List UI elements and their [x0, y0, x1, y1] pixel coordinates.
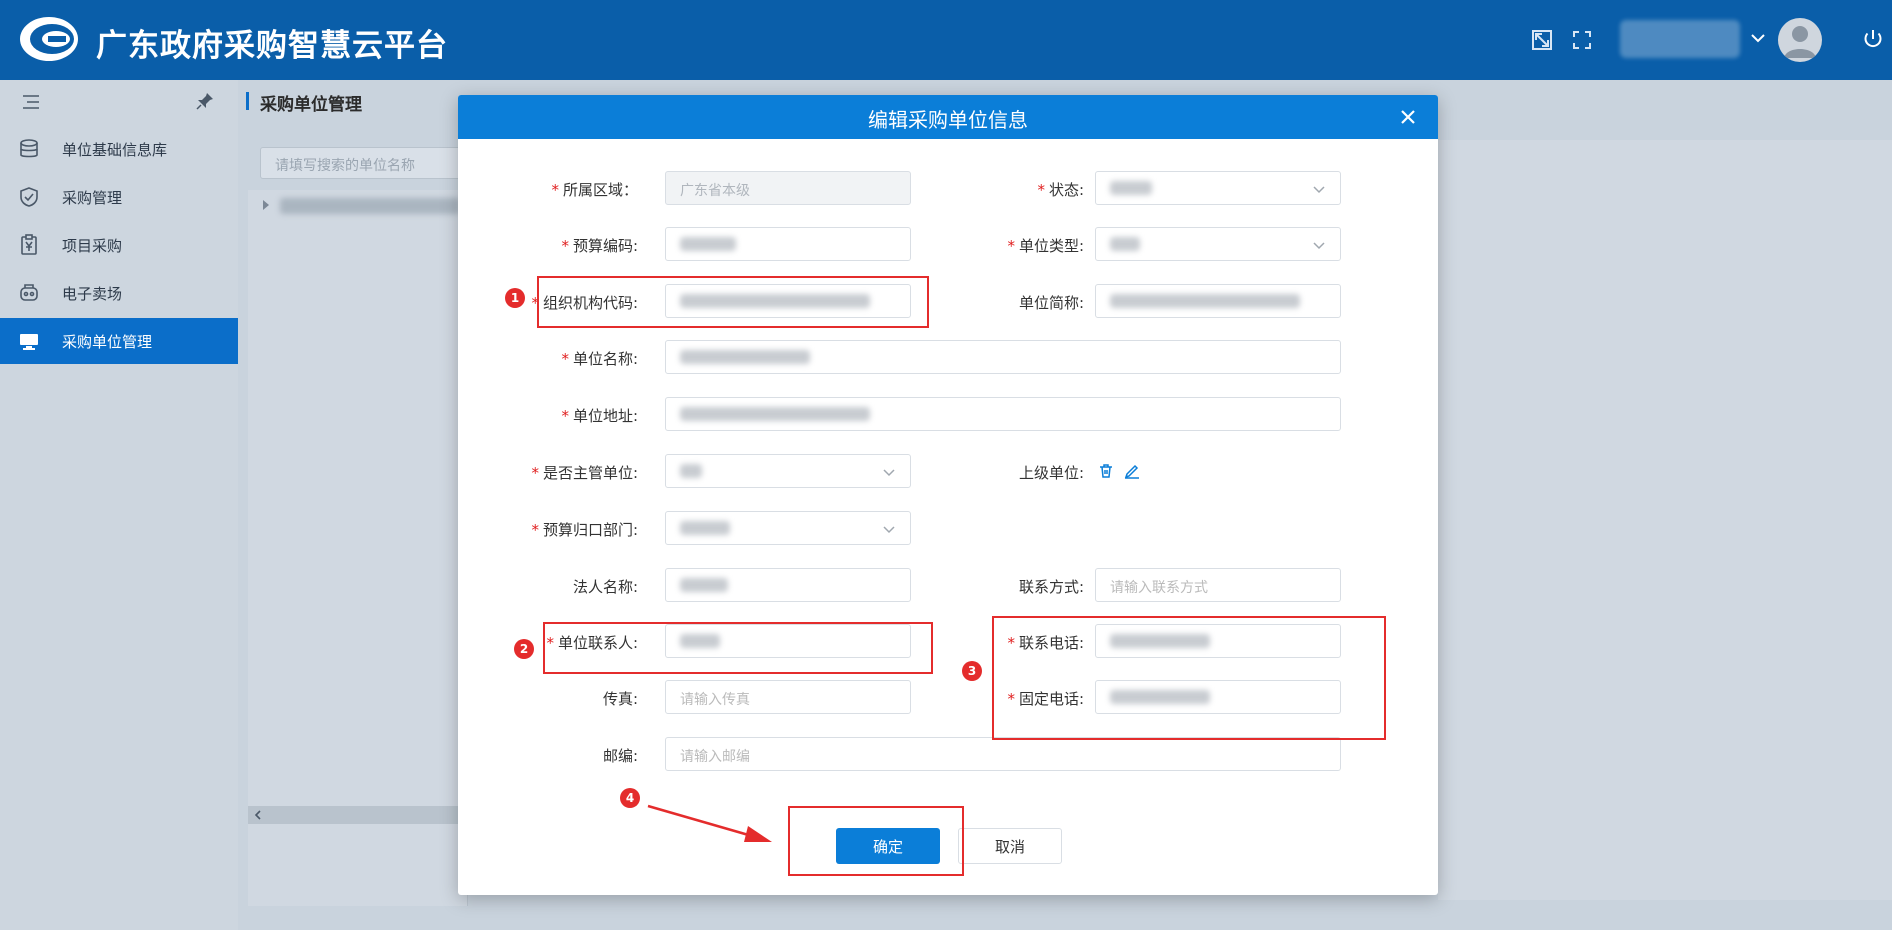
top-header: 广东政府采购智慧云平台 [0, 0, 1892, 80]
sidebar-item-procurement-management[interactable]: 采购管理 [0, 174, 238, 220]
unit-address-field[interactable] [665, 397, 1341, 431]
sidebar-item-label: 采购管理 [62, 189, 123, 207]
tree-panel [248, 190, 468, 906]
superior-unit-label: 上级单位: [1018, 464, 1084, 482]
chevron-down-icon [1313, 186, 1325, 194]
short-name-label: 单位简称: [1018, 294, 1084, 312]
status-label: * 状态: [1037, 181, 1084, 199]
annotation-arrow-icon [647, 804, 772, 842]
delete-icon[interactable] [1098, 463, 1114, 479]
postcode-label: 邮编: [602, 747, 638, 765]
close-icon[interactable] [1398, 107, 1418, 127]
list-panel [1438, 140, 1892, 900]
tree-node-label-blurred [280, 198, 460, 214]
edit-unit-dialog: 编辑采购单位信息 * 所属区域： 广东省本级 * 状态: * 预算编码: * 单位类型:… [458, 95, 1438, 895]
platform-brand: 广东政府采购智慧云平台 [96, 28, 448, 64]
sidebar-item-label: 电子卖场 [62, 285, 123, 303]
chevron-down-icon[interactable] [1750, 30, 1766, 46]
budget-dept-label: * 预算归口部门: [531, 521, 638, 539]
breadcrumb-marker [246, 92, 249, 110]
annotation-box-confirm [788, 806, 964, 876]
annotation-box-org-code [537, 276, 929, 328]
annotation-badge-1: 1 [505, 288, 525, 308]
status-select[interactable] [1095, 171, 1341, 205]
annotation-badge-2: 2 [514, 639, 534, 659]
clipboard-yuan-icon [21, 234, 37, 255]
sidebar-item-label: 采购单位管理 [62, 333, 153, 351]
sidebar-item-project-procurement[interactable]: 项目采购 [0, 222, 238, 268]
annotation-badge-4: 4 [620, 788, 640, 808]
annotation-badge-3: 3 [962, 661, 982, 681]
annotation-box-phones [992, 616, 1386, 740]
power-icon[interactable] [1862, 28, 1884, 50]
avatar[interactable] [1778, 18, 1822, 62]
sidebar-item-unit-database[interactable]: 单位基础信息库 [0, 126, 238, 172]
legal-name-field[interactable] [665, 568, 911, 602]
budget-code-field[interactable] [665, 227, 911, 261]
unit-address-label: * 单位地址: [561, 407, 638, 425]
monitor-icon [20, 334, 38, 350]
fullscreen-exit-icon[interactable] [1530, 28, 1554, 52]
annotation-box-contact-person [543, 622, 933, 674]
edit-pencil-icon[interactable] [1124, 463, 1140, 479]
unit-type-label: * 单位类型: [1007, 237, 1084, 255]
pin-icon[interactable] [196, 92, 214, 110]
caret-right-icon[interactable] [262, 200, 270, 210]
sidebar-toolbar [0, 80, 238, 124]
legal-name-label: 法人名称: [572, 578, 638, 596]
unit-type-select[interactable] [1095, 227, 1341, 261]
menu-collapse-icon[interactable] [22, 94, 40, 110]
scroll-left-icon[interactable] [254, 810, 262, 820]
shield-icon [20, 187, 38, 207]
fullscreen-icon[interactable] [1570, 28, 1594, 52]
sidebar-item-label: 项目采购 [62, 237, 123, 255]
region-field: 广东省本级 [665, 171, 911, 205]
fax-field[interactable]: 请输入传真 [665, 680, 911, 714]
store-icon [20, 284, 38, 301]
chevron-down-icon [883, 469, 895, 477]
is-supervisor-label: * 是否主管单位: [531, 464, 638, 482]
logo-icon [20, 17, 78, 61]
contact-method-label: 联系方式: [1018, 578, 1084, 596]
sidebar-item-purchasing-unit-management[interactable]: 采购单位管理 [0, 318, 238, 364]
sidebar: 单位基础信息库 采购管理 项目采购 电子卖场 采购单位管理 [0, 80, 238, 930]
cancel-button[interactable]: 取消 [958, 828, 1062, 864]
unit-name-field[interactable] [665, 340, 1341, 374]
postcode-field[interactable]: 请输入邮编 [665, 737, 1341, 771]
sidebar-item-e-mall[interactable]: 电子卖场 [0, 270, 238, 316]
username-blurred[interactable] [1620, 20, 1740, 58]
region-label: * 所属区域： [551, 181, 638, 199]
unit-name-label: * 单位名称: [561, 350, 638, 368]
page-title: 采购单位管理 [260, 95, 362, 115]
is-supervisor-select[interactable] [665, 454, 911, 488]
dialog-title: 编辑采购单位信息 [868, 108, 1028, 132]
database-icon [20, 139, 38, 158]
tree-node[interactable] [258, 194, 470, 216]
budget-code-label: * 预算编码: [561, 237, 638, 255]
dialog-header: 编辑采购单位信息 [458, 95, 1438, 139]
sidebar-item-label: 单位基础信息库 [62, 141, 168, 159]
chevron-down-icon [883, 526, 895, 534]
contact-method-field[interactable]: 请输入联系方式 [1095, 568, 1341, 602]
horizontal-scrollbar[interactable] [248, 806, 468, 824]
unit-search-input[interactable]: 请填写搜索的单位名称 [260, 147, 470, 179]
chevron-down-icon [1313, 242, 1325, 250]
fax-label: 传真: [602, 690, 638, 708]
budget-dept-select[interactable] [665, 511, 911, 545]
short-name-field[interactable] [1095, 284, 1341, 318]
